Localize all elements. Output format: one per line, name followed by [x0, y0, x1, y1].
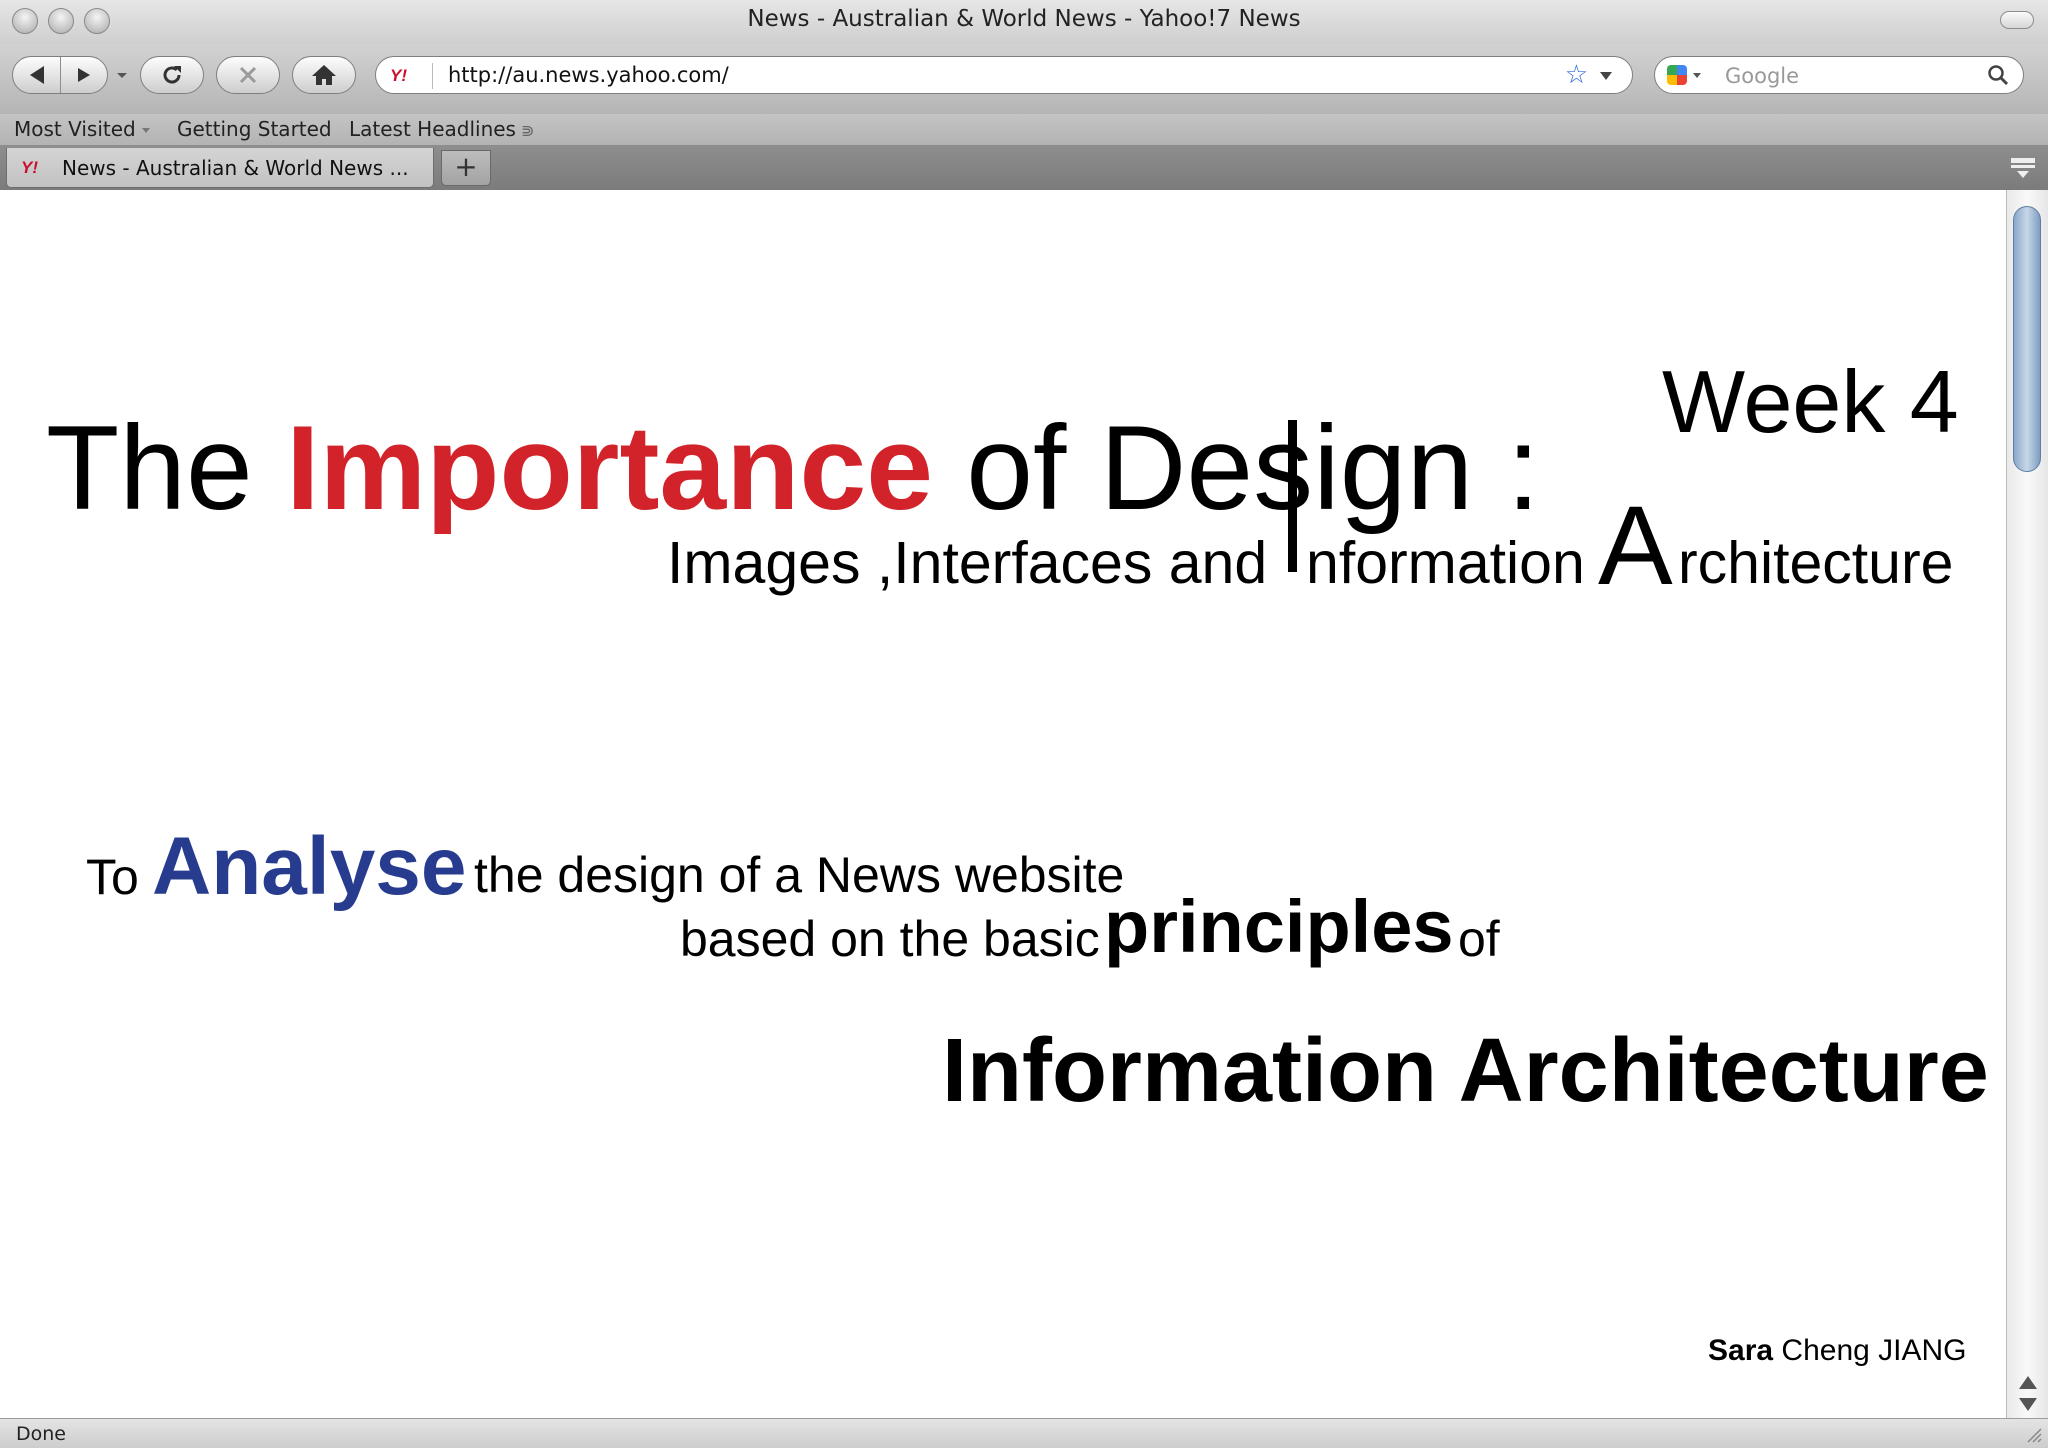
title-of-design: of Design :: [966, 401, 1540, 535]
title-bar: News - Australian & World News - Yahoo!7…: [0, 0, 2048, 44]
tab-favicon-icon: Y!: [21, 158, 38, 177]
search-icon[interactable]: [1987, 64, 2009, 86]
bookmark-star-icon[interactable]: ☆: [1565, 62, 1588, 88]
toolbar-toggle-button[interactable]: [2000, 11, 2034, 29]
history-dropdown-icon[interactable]: [117, 73, 127, 78]
scrollbar-thumb[interactable]: [2013, 206, 2041, 472]
back-arrow-icon: [29, 66, 44, 84]
search-engine-icon[interactable]: [1667, 65, 1687, 85]
bookmarks-toolbar: Most Visited Getting Started Latest Head…: [0, 114, 2048, 146]
tab-yahoo-news[interactable]: Y! News - Australian & World News ...: [6, 148, 434, 188]
bookmark-most-visited[interactable]: Most Visited: [14, 117, 150, 141]
ia-heading: Information Architecture: [942, 1021, 1989, 1121]
author-first-name: Sara: [1708, 1334, 1774, 1367]
window-title: News - Australian & World News - Yahoo!7…: [747, 6, 1301, 32]
list-all-tabs-icon[interactable]: [2008, 154, 2038, 180]
bookmark-label: Most Visited: [14, 117, 136, 141]
week-label: Week 4: [1662, 352, 1959, 451]
vertical-scrollbar[interactable]: [2006, 190, 2048, 1418]
new-tab-button[interactable]: +: [441, 150, 491, 186]
url-history-dropdown-icon[interactable]: [1600, 72, 1612, 80]
author-name: Sara Cheng JIANG: [1708, 1336, 1967, 1366]
browser-window: News - Australian & World News - Yahoo!7…: [0, 0, 2048, 1448]
search-bar[interactable]: Google: [1654, 56, 2024, 94]
subtitle-big-a: A: [1598, 483, 1673, 608]
home-button[interactable]: [292, 56, 356, 94]
search-input[interactable]: Google: [1725, 64, 1799, 88]
page-content: Week 4 The Importance of Design : Images…: [0, 190, 2006, 1418]
author-rest-name: Cheng JIANG: [1781, 1334, 1967, 1367]
forward-button[interactable]: [61, 57, 107, 93]
site-favicon-icon: Y!: [390, 66, 407, 85]
reload-button[interactable]: [140, 56, 204, 94]
forward-arrow-icon: [77, 68, 90, 82]
design-i-bar: [1288, 420, 1297, 572]
bookmark-getting-started[interactable]: Getting Started: [177, 117, 332, 141]
address-bar[interactable]: Y! http://au.news.yahoo.com/ ☆: [375, 56, 1633, 94]
resize-grip-icon[interactable]: [2024, 1425, 2042, 1443]
line2-based-on: based on the basic: [680, 911, 1100, 967]
scroll-down-icon[interactable]: [2019, 1398, 2037, 1411]
subtitle-images-interfaces: Images ,Interfaces and: [667, 530, 1268, 596]
slide-title: The Importance of Design :: [46, 408, 1540, 528]
home-icon: [312, 65, 336, 85]
title-the: The: [46, 401, 253, 535]
rss-feed-icon: ⋑: [520, 121, 535, 140]
line1-to: To: [86, 849, 139, 905]
title-importance: Importance: [286, 401, 933, 535]
tab-strip: Y! News - Australian & World News ... +: [0, 146, 2048, 190]
line1-analyse: Analyse: [152, 821, 467, 912]
url-input[interactable]: http://au.news.yahoo.com/: [448, 63, 729, 87]
stop-button[interactable]: [216, 56, 280, 94]
bookmark-label: Latest Headlines: [349, 117, 516, 141]
subtitle-information: nformation: [1306, 530, 1585, 596]
tab-title: News - Australian & World News ...: [62, 156, 409, 180]
chevron-down-icon: [141, 128, 150, 133]
reload-icon: [163, 66, 181, 84]
scroll-up-icon[interactable]: [2019, 1376, 2037, 1389]
line2-of: of: [1458, 911, 1500, 967]
bookmark-latest-headlines[interactable]: Latest Headlines ⋑: [349, 117, 534, 141]
back-forward-group: [12, 56, 108, 94]
navigation-toolbar: Y! http://au.news.yahoo.com/ ☆ Google: [0, 44, 2048, 114]
line1-rest: the design of a News website: [474, 847, 1125, 903]
subtitle-rchitecture: rchitecture: [1678, 530, 1954, 596]
stop-icon: [239, 66, 257, 84]
status-bar: Done: [0, 1418, 2048, 1448]
back-button[interactable]: [14, 57, 61, 93]
status-text: Done: [16, 1423, 66, 1445]
search-engine-dropdown-icon[interactable]: [1693, 73, 1701, 78]
line2-principles: principles: [1104, 885, 1454, 968]
url-divider: [432, 63, 433, 89]
